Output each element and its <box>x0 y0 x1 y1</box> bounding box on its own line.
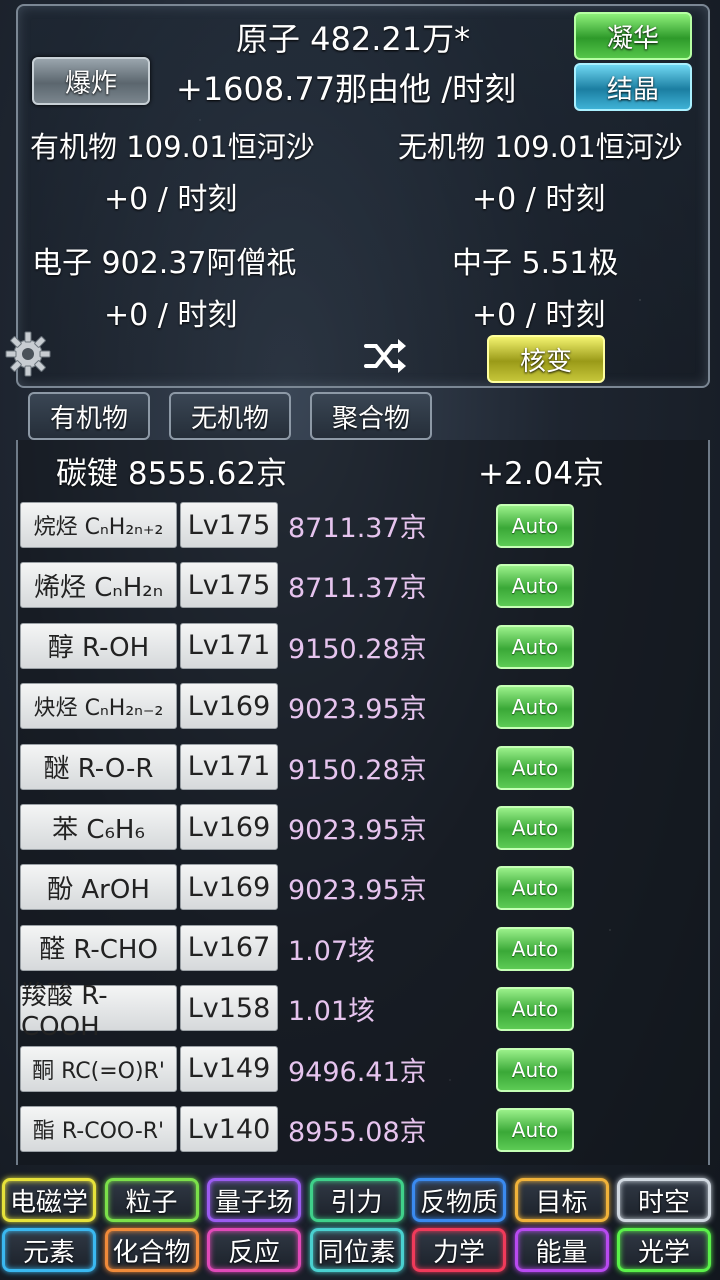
nav-button[interactable]: 引力 <box>309 1178 404 1222</box>
upgrade-cost: 1.01垓 <box>288 996 376 1028</box>
auto-button[interactable]: Auto <box>496 926 574 971</box>
compound-name-button[interactable]: 烷烃 CₙH₂ₙ₊₂ <box>20 502 177 548</box>
upgrade-cost: 9023.95京 <box>288 875 427 907</box>
nav-button[interactable]: 光学 <box>617 1228 711 1272</box>
inorganic-rate: +0 / 时刻 <box>472 182 606 217</box>
compound-row: 酚 ArOH Lv169 9023.95京 Auto <box>20 864 580 911</box>
compound-row: 醚 R-O-R Lv171 9150.28京 Auto <box>20 743 580 790</box>
compound-name-button[interactable]: 苯 C₆H₆ <box>20 804 177 850</box>
upgrade-cost: 9150.28京 <box>288 633 427 665</box>
compound-row: 烯烃 CₙH₂ₙ Lv175 8711.37京 Auto <box>20 562 580 609</box>
gear-icon[interactable] <box>4 330 52 378</box>
upgrade-cost: 9023.95京 <box>288 815 427 846</box>
upgrade-cost: 9150.28京 <box>288 754 427 786</box>
nav-button[interactable]: 电磁学 <box>2 1178 96 1222</box>
condense-button[interactable]: 凝华 <box>574 12 692 60</box>
level-label[interactable]: Lv158 <box>180 985 278 1032</box>
organic-count: 有机物 109.01恒河沙 <box>30 130 315 164</box>
compound-name-button[interactable]: 烯烃 CₙH₂ₙ <box>20 562 177 609</box>
compound-row: 醛 R-CHO Lv167 1.07垓 Auto <box>20 924 580 971</box>
upgrade-cost: 8955.08京 <box>288 1117 427 1148</box>
auto-button[interactable]: Auto <box>496 745 574 790</box>
compound-name-button[interactable]: 酯 R-COO-R' <box>20 1106 177 1152</box>
level-label[interactable]: Lv149 <box>180 1045 278 1092</box>
nav-button[interactable]: 反物质 <box>412 1178 506 1222</box>
auto-button[interactable]: Auto <box>496 806 574 850</box>
nav-button[interactable]: 粒子 <box>104 1178 199 1222</box>
auto-button[interactable]: Auto <box>496 504 574 548</box>
shuffle-icon[interactable] <box>362 336 408 376</box>
auto-button[interactable]: Auto <box>496 866 574 911</box>
level-label[interactable]: Lv167 <box>180 924 278 971</box>
nav-button[interactable]: 反应 <box>207 1228 301 1272</box>
nav-button[interactable]: 时空 <box>617 1178 711 1222</box>
compound-row: 醇 R-OH Lv171 9150.28京 Auto <box>20 622 580 669</box>
upgrade-cost: 9496.41京 <box>288 1056 427 1088</box>
level-label[interactable]: Lv171 <box>180 743 278 790</box>
neutron-rate: +0 / 时刻 <box>472 298 606 333</box>
level-label[interactable]: Lv171 <box>180 622 278 669</box>
tab-organic[interactable]: 有机物 <box>28 392 150 440</box>
upgrade-cost: 1.07垓 <box>288 935 376 967</box>
auto-button[interactable]: Auto <box>496 685 574 730</box>
compound-name-button[interactable]: 醇 R-OH <box>20 622 177 669</box>
carbon-bond-count: 碳键 8555.62京 <box>56 456 288 492</box>
neutron-count: 中子 5.51极 <box>452 246 619 281</box>
nav-button[interactable]: 同位素 <box>309 1228 404 1272</box>
level-label[interactable]: Lv175 <box>180 562 278 609</box>
fission-button[interactable]: 核变 <box>487 335 605 383</box>
compound-name-button[interactable]: 羧酸 R-COOH <box>20 981 177 1042</box>
tab-inorganic[interactable]: 无机物 <box>169 392 291 440</box>
auto-button[interactable]: Auto <box>496 624 574 669</box>
compound-name-button[interactable]: 醛 R-CHO <box>20 924 177 971</box>
auto-button[interactable]: Auto <box>496 1108 574 1152</box>
compound-row: 羧酸 R-COOH Lv158 1.01垓 Auto <box>20 981 580 1042</box>
level-label[interactable]: Lv140 <box>180 1106 278 1152</box>
boom-button[interactable]: 爆炸 <box>32 57 150 105</box>
carbon-bond-rate: +2.04京 <box>478 456 604 492</box>
level-label[interactable]: Lv169 <box>180 683 278 730</box>
auto-button[interactable]: Auto <box>496 987 574 1032</box>
nav-button[interactable]: 目标 <box>514 1178 609 1222</box>
electron-count: 电子 902.37阿僧祇 <box>32 246 297 281</box>
upgrade-cost: 8711.37京 <box>288 573 427 605</box>
crystal-button[interactable]: 结晶 <box>574 63 692 111</box>
compound-name-button[interactable]: 炔烃 CₙH₂ₙ₋₂ <box>20 683 177 730</box>
electron-rate: +0 / 时刻 <box>104 298 238 333</box>
level-label[interactable]: Lv169 <box>180 804 278 850</box>
level-label[interactable]: Lv175 <box>180 502 278 548</box>
inorganic-count: 无机物 109.01恒河沙 <box>398 130 683 164</box>
compound-name-button[interactable]: 醚 R-O-R <box>20 743 177 790</box>
compound-row: 苯 C₆H₆ Lv169 9023.95京 Auto <box>20 804 580 850</box>
nav-button[interactable]: 量子场 <box>207 1178 301 1222</box>
upgrade-cost: 8711.37京 <box>288 513 427 544</box>
compound-name-button[interactable]: 酮 RC(=O)R' <box>20 1045 177 1092</box>
compound-row: 酮 RC(=O)R' Lv149 9496.41京 Auto <box>20 1045 580 1092</box>
compound-row: 酯 R-COO-R' Lv140 8955.08京 Auto <box>20 1106 580 1152</box>
atoms-rate: +1608.77那由他 /时刻 <box>176 70 517 108</box>
atoms-count: 原子 482.21万* <box>236 20 471 58</box>
organic-rate: +0 / 时刻 <box>104 182 238 217</box>
upgrade-cost: 9023.95京 <box>288 694 427 726</box>
level-label[interactable]: Lv169 <box>180 864 278 911</box>
compound-name-button[interactable]: 酚 ArOH <box>20 864 177 911</box>
nav-button[interactable]: 化合物 <box>104 1228 199 1272</box>
nav-button[interactable]: 力学 <box>412 1228 506 1272</box>
tab-polymer[interactable]: 聚合物 <box>310 392 432 440</box>
compound-row: 炔烃 CₙH₂ₙ₋₂ Lv169 9023.95京 Auto <box>20 683 580 730</box>
nav-button[interactable]: 元素 <box>2 1228 96 1272</box>
compound-row: 烷烃 CₙH₂ₙ₊₂ Lv175 8711.37京 Auto <box>20 502 580 548</box>
nav-button[interactable]: 能量 <box>514 1228 609 1272</box>
auto-button[interactable]: Auto <box>496 1047 574 1092</box>
auto-button[interactable]: Auto <box>496 564 574 609</box>
